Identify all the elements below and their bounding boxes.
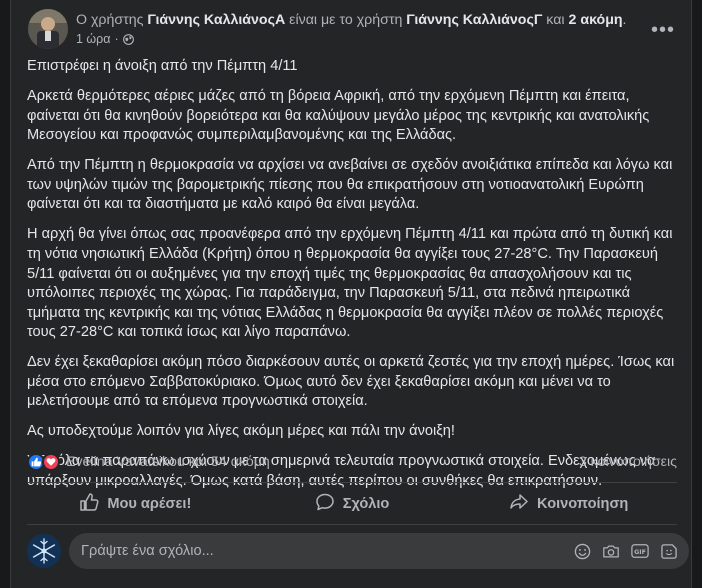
like-button[interactable]: Μου αρέσει!: [27, 488, 244, 520]
post-meta: Ο χρήστης Γιάννης ΚαλλιάνοςΑ είναι με το…: [76, 11, 627, 49]
post-body: Επιστρέφει η άνοιξη από την Πέμπτη 4/11 …: [27, 57, 677, 502]
comment-tools: GIF: [572, 541, 679, 561]
thumbs-up-icon: [79, 492, 99, 516]
post-time-link[interactable]: 1 ώρα: [76, 32, 111, 46]
share-label: Κοινοποίηση: [537, 496, 629, 512]
comment-box: GIF: [69, 533, 689, 569]
svg-text:GIF: GIF: [634, 549, 646, 556]
shares-count-link[interactable]: 3 κοινοποιήσεις: [579, 454, 677, 470]
separator-dot: ·: [114, 32, 119, 46]
avatar-image: [28, 9, 68, 49]
post-subline: 1 ώρα ·: [76, 32, 627, 46]
post-paragraph: Δεν έχει ξεκαθαρίσει ακόμη πόσο διαρκέσο…: [27, 354, 675, 410]
divider: [27, 524, 677, 525]
post-paragraph: Επιστρέφει η άνοιξη από την Πέμπτη 4/11: [27, 58, 298, 74]
emoji-icon[interactable]: [572, 541, 592, 561]
divider: [27, 482, 677, 483]
share-button[interactable]: Κοινοποίηση: [460, 488, 677, 520]
love-icon: [42, 453, 60, 471]
others-link[interactable]: 2 ακόμη: [569, 12, 623, 28]
comment-button[interactable]: Σχόλιο: [244, 488, 461, 520]
reactions-summary: Evelina Vavatsikou και 54 ακόμη 3 κοινοπ…: [27, 452, 677, 472]
like-label: Μου αρέσει!: [107, 496, 192, 512]
globe-icon[interactable]: [122, 33, 134, 45]
post-header: Ο χρήστης Γιάννης ΚαλλιάνοςΑ είναι με το…: [28, 9, 627, 49]
more-options-icon[interactable]: •••: [645, 12, 681, 48]
share-arrow-icon: [509, 492, 529, 516]
post-paragraph: Από την Πέμπτη η θερμοκρασία να αρχίσει …: [27, 157, 673, 213]
camera-icon[interactable]: [601, 541, 621, 561]
post-paragraph: Ας υποδεχτούμε λοιπόν για λίγες ακόμη μέ…: [27, 423, 455, 440]
action-bar: Μου αρέσει! Σχόλιο Κοινοποίηση: [27, 488, 677, 520]
post-paragraph: Η αρχή θα γίνει όπως σας προανέφερα από …: [27, 226, 673, 341]
header-middle: είναι με το χρήστη: [285, 12, 407, 28]
header-and: και: [542, 12, 569, 28]
snowflake-avatar-image: [27, 534, 61, 568]
author-avatar[interactable]: [28, 9, 68, 49]
post-paragraph: Αρκετά θερμότερες αέριες μάζες από τη βό…: [27, 87, 650, 144]
reactions-left: Evelina Vavatsikou και 54 ακόμη: [27, 453, 270, 471]
post-header-line: Ο χρήστης Γιάννης ΚαλλιάνοςΑ είναι με το…: [76, 11, 627, 29]
post-card: Ο χρήστης Γιάννης ΚαλλιάνοςΑ είναι με το…: [10, 0, 692, 588]
comment-composer: GIF: [27, 533, 689, 569]
reaction-icons[interactable]: [27, 453, 60, 471]
current-user-avatar[interactable]: [27, 534, 61, 568]
author-name-link[interactable]: Γιάννης ΚαλλιάνοςΑ: [147, 12, 285, 28]
header-period: .: [622, 12, 627, 28]
tagged-user-link[interactable]: Γιάννης ΚαλλιάνοςΓ: [406, 12, 542, 28]
reaction-names-link[interactable]: Evelina Vavatsikou και 54 ακόμη: [66, 454, 270, 470]
gif-icon[interactable]: GIF: [630, 541, 650, 561]
comment-bubble-icon: [315, 492, 335, 516]
comment-input[interactable]: [81, 543, 572, 559]
sticker-icon[interactable]: [659, 541, 679, 561]
header-prefix: Ο χρήστης: [76, 12, 148, 28]
comment-label: Σχόλιο: [342, 496, 390, 512]
